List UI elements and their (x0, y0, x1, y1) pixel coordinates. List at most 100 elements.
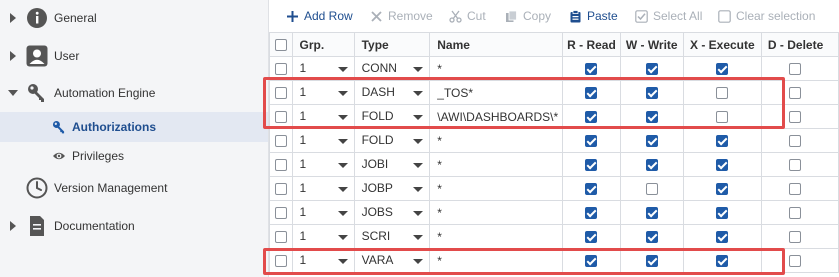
caret-down-icon[interactable] (413, 211, 424, 216)
row-select-checkbox[interactable] (274, 231, 287, 244)
column-header-read[interactable]: R - Read (562, 32, 621, 57)
read-cell[interactable] (562, 224, 621, 249)
row-select-cell[interactable] (269, 80, 293, 105)
caret-down-icon[interactable] (413, 259, 424, 264)
delete-checkbox[interactable] (788, 135, 801, 148)
row-select-checkbox[interactable] (274, 87, 287, 100)
type-cell[interactable]: CONN (353, 56, 431, 81)
execute-cell[interactable] (682, 224, 762, 249)
sidebar-item-privileges[interactable]: Privileges (0, 141, 268, 171)
delete-checkbox[interactable] (788, 231, 801, 244)
type-dropdown[interactable]: JOBI (355, 154, 429, 176)
row-select-cell[interactable] (269, 104, 293, 129)
delete-checkbox[interactable] (788, 87, 801, 100)
delete-cell[interactable] (760, 224, 839, 249)
type-cell[interactable]: JOBS (353, 200, 431, 225)
delete-cell[interactable] (760, 128, 839, 153)
execute-cell[interactable] (682, 104, 762, 129)
read-cell[interactable] (562, 80, 621, 105)
read-cell[interactable] (562, 152, 621, 177)
grp-dropdown[interactable]: 1 (293, 130, 353, 152)
execute-cell[interactable] (682, 152, 762, 177)
write-cell[interactable] (619, 56, 684, 81)
clear-selection-button[interactable]: Clear selection (718, 8, 815, 24)
execute-checkbox[interactable] (716, 255, 729, 268)
grp-dropdown[interactable]: 1 (293, 226, 353, 248)
row-select-checkbox[interactable] (274, 159, 287, 172)
caret-down-icon[interactable] (413, 115, 424, 120)
header-checkbox[interactable] (274, 39, 287, 52)
grp-dropdown[interactable]: 1 (293, 58, 353, 80)
grp-dropdown[interactable]: 1 (293, 154, 353, 176)
name-cell[interactable]: * (429, 200, 564, 225)
read-checkbox[interactable] (585, 135, 598, 148)
write-checkbox[interactable] (645, 231, 658, 244)
type-cell[interactable]: FOLD (353, 128, 431, 153)
execute-checkbox[interactable] (716, 207, 729, 220)
column-header-grp[interactable]: Grp. (291, 32, 355, 57)
grp-cell[interactable]: 1 (291, 104, 355, 129)
caret-down-icon[interactable] (337, 235, 348, 240)
delete-checkbox[interactable] (788, 159, 801, 172)
caret-down-icon[interactable] (413, 163, 424, 168)
select-all-column-header[interactable] (269, 32, 293, 57)
caret-down-icon[interactable] (337, 211, 348, 216)
delete-cell[interactable] (760, 176, 839, 201)
delete-cell[interactable] (760, 248, 839, 273)
execute-cell[interactable] (682, 248, 762, 273)
execute-cell[interactable] (682, 176, 762, 201)
type-dropdown[interactable]: FOLD (355, 106, 429, 128)
caret-down-icon[interactable] (337, 163, 348, 168)
add-row-button[interactable]: Add Row (286, 8, 353, 24)
type-dropdown[interactable]: FOLD (355, 130, 429, 152)
row-select-cell[interactable] (269, 128, 293, 153)
row-select-checkbox[interactable] (274, 255, 287, 268)
table-row[interactable]: 1 VARA * (269, 248, 839, 273)
name-cell[interactable]: * (429, 176, 564, 201)
paste-button[interactable]: Paste (569, 8, 618, 24)
sidebar-item-authorizations[interactable]: Authorizations (0, 112, 268, 142)
execute-checkbox[interactable] (716, 159, 729, 172)
cut-button[interactable]: Cut (449, 8, 486, 24)
select-all-button[interactable]: Select All (635, 8, 702, 24)
delete-cell[interactable] (760, 80, 839, 105)
type-dropdown[interactable]: CONN (355, 58, 429, 80)
sidebar-item-documentation[interactable]: Documentation (0, 211, 268, 241)
delete-cell[interactable] (760, 104, 839, 129)
name-cell[interactable]: * (429, 224, 564, 249)
row-select-cell[interactable] (269, 176, 293, 201)
execute-checkbox[interactable] (716, 111, 729, 124)
execute-checkbox[interactable] (716, 87, 729, 100)
row-select-checkbox[interactable] (274, 183, 287, 196)
grp-cell[interactable]: 1 (291, 176, 355, 201)
delete-checkbox[interactable] (788, 183, 801, 196)
read-cell[interactable] (562, 104, 621, 129)
read-checkbox[interactable] (585, 231, 598, 244)
grp-dropdown[interactable]: 1 (293, 82, 353, 104)
execute-checkbox[interactable] (716, 183, 729, 196)
write-cell[interactable] (619, 200, 684, 225)
table-row[interactable]: 1 CONN * (269, 56, 839, 81)
caret-down-icon[interactable] (413, 187, 424, 192)
grp-cell[interactable]: 1 (291, 56, 355, 81)
write-cell[interactable] (619, 152, 684, 177)
copy-button[interactable]: Copy (505, 8, 551, 24)
execute-cell[interactable] (682, 200, 762, 225)
read-checkbox[interactable] (585, 63, 598, 76)
caret-down-icon[interactable] (337, 115, 348, 120)
caret-down-icon[interactable] (413, 67, 424, 72)
column-header-delete[interactable]: D - Delete (760, 32, 839, 57)
delete-checkbox[interactable] (788, 255, 801, 268)
chevron-right-icon[interactable] (10, 221, 16, 231)
row-select-cell[interactable] (269, 56, 293, 81)
execute-checkbox[interactable] (716, 135, 729, 148)
column-header-name[interactable]: Name (429, 32, 564, 57)
read-cell[interactable] (562, 200, 621, 225)
grp-cell[interactable]: 1 (291, 200, 355, 225)
sidebar-item-automation-engine[interactable]: Automation Engine (0, 78, 268, 108)
read-cell[interactable] (562, 56, 621, 81)
chevron-down-icon[interactable] (8, 90, 18, 96)
name-cell[interactable]: _TOS* (429, 80, 564, 105)
grp-dropdown[interactable]: 1 (293, 202, 353, 224)
name-cell[interactable]: * (429, 128, 564, 153)
